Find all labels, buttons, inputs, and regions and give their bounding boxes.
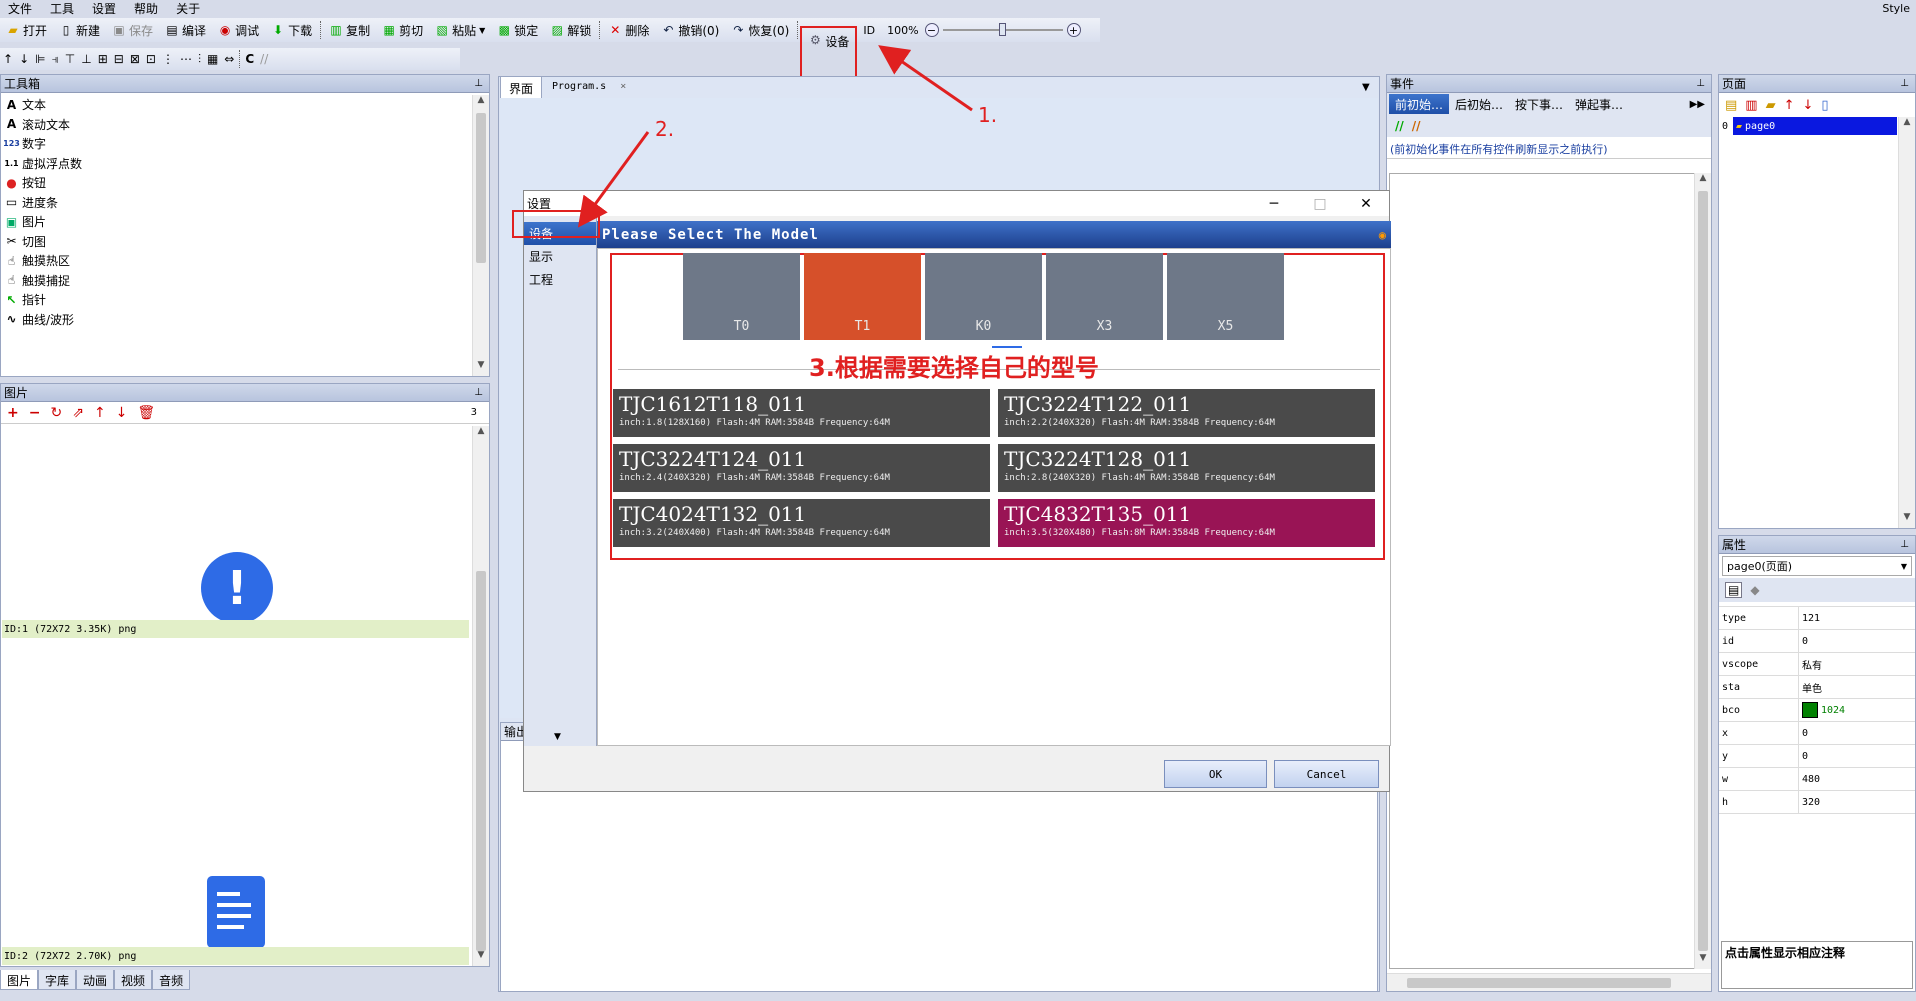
annotation-arrows [577, 45, 973, 228]
arrow-1 [878, 45, 973, 112]
step1-annotation: 1. [978, 103, 998, 127]
arrow-2 [577, 131, 650, 228]
step2-annotation: 2. [655, 117, 675, 141]
